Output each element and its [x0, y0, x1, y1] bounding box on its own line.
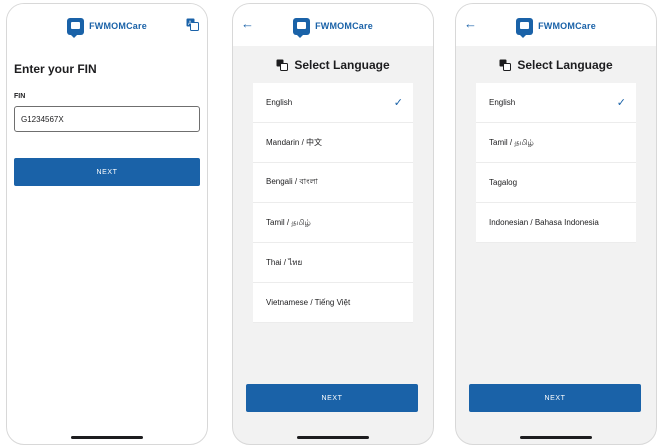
app-name: FWMOMCare — [89, 21, 147, 31]
select-language-title: Select Language — [517, 58, 613, 72]
language-label: Tamil / தமிழ் — [489, 137, 534, 147]
language-item-mandarin[interactable]: Mandarin / 中文 — [253, 123, 413, 163]
home-indicator — [297, 436, 369, 439]
logo-icon — [67, 17, 85, 38]
home-indicator — [520, 436, 592, 439]
language-list: English ✓ Mandarin / 中文 Bengali / বাংলা … — [253, 83, 413, 323]
language-label: English — [266, 98, 293, 107]
language-label: Mandarin / 中文 — [266, 138, 323, 147]
app-name: FWMOMCare — [315, 21, 373, 31]
translate-icon — [276, 59, 289, 71]
language-item-english[interactable]: English ✓ — [476, 83, 636, 123]
app-header: FWMOMCare A — [7, 4, 207, 46]
language-label: English — [489, 98, 516, 107]
app-logo: FWMOMCare — [456, 16, 656, 38]
language-item-tamil[interactable]: Tamil / தமிழ் — [476, 123, 636, 163]
app-header: ← FWMOMCare — [456, 4, 656, 46]
language-label: Tagalog — [489, 178, 518, 187]
svg-text:A: A — [188, 21, 192, 27]
app-name: FWMOMCare — [538, 21, 596, 31]
language-item-thai[interactable]: Thai / ไทย — [253, 243, 413, 283]
phone-screen-fin: FWMOMCare A Enter your FIN FIN NEXT — [6, 3, 208, 445]
app-logo: FWMOMCare — [233, 16, 433, 38]
app-logo: FWMOMCare — [7, 16, 207, 38]
fin-label: FIN — [14, 93, 26, 100]
next-button[interactable]: NEXT — [469, 384, 641, 412]
select-language-title: Select Language — [294, 58, 390, 72]
phone-screen-language-2: ← FWMOMCare Select Language English ✓ Ta… — [455, 3, 657, 445]
fin-input[interactable] — [14, 106, 200, 132]
language-item-tagalog[interactable]: Tagalog — [476, 163, 636, 203]
logo-icon — [516, 17, 534, 38]
language-label: Thai / ไทย — [266, 258, 303, 267]
checkmark-icon: ✓ — [393, 97, 403, 109]
language-label: Bengali / বাংলা — [266, 177, 318, 186]
translate-icon — [499, 59, 512, 71]
language-item-indonesian[interactable]: Indonesian / Bahasa Indonesia — [476, 203, 636, 243]
language-list: English ✓ Tamil / தமிழ் Tagalog Indonesi… — [476, 83, 636, 243]
language-item-bengali[interactable]: Bengali / বাংলা — [253, 163, 413, 203]
app-header: ← FWMOMCare — [233, 4, 433, 46]
page-title: Select Language — [456, 56, 656, 74]
logo-icon — [293, 17, 311, 38]
next-button[interactable]: NEXT — [246, 384, 418, 412]
page-title: Enter your FIN — [14, 62, 97, 76]
language-item-tamil[interactable]: Tamil / தமிழ் — [253, 203, 413, 243]
next-button[interactable]: NEXT — [14, 158, 200, 186]
language-item-english[interactable]: English ✓ — [253, 83, 413, 123]
language-label: Tamil / தமிழ் — [266, 217, 311, 227]
phone-screen-language-1: ← FWMOMCare Select Language English ✓ Ma… — [232, 3, 434, 445]
checkmark-icon: ✓ — [616, 97, 626, 109]
language-label: Indonesian / Bahasa Indonesia — [489, 218, 599, 227]
language-label: Vietnamese / Tiếng Việt — [266, 298, 351, 307]
home-indicator — [71, 436, 143, 439]
translate-icon[interactable]: A — [186, 18, 199, 31]
language-item-vietnamese[interactable]: Vietnamese / Tiếng Việt — [253, 283, 413, 323]
page-title: Select Language — [233, 56, 433, 74]
